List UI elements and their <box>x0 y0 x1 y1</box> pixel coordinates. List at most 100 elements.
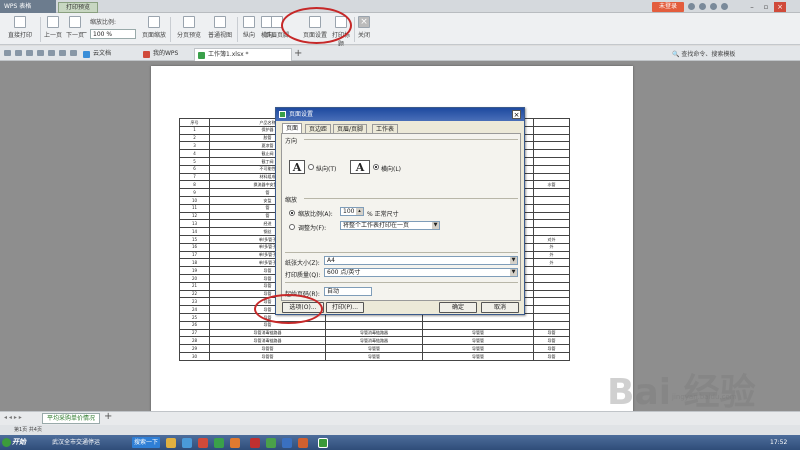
maximize-button[interactable]: ▫ <box>760 2 772 12</box>
paper-size-select[interactable]: A4 ▼ <box>324 256 518 265</box>
skin-icon[interactable] <box>688 3 695 10</box>
app-icon[interactable] <box>298 438 308 448</box>
table-row: 26 导管 <box>179 320 570 330</box>
scale-value-input[interactable]: 100 ▴ <box>340 207 364 216</box>
table-cell: 导管 <box>533 336 570 346</box>
new-tab-button[interactable]: + <box>294 48 302 59</box>
spinner-icon[interactable]: ▴ <box>356 208 363 215</box>
table-cell: 8 <box>179 180 210 190</box>
help-icon[interactable] <box>721 3 728 10</box>
search-commands[interactable]: 🔍 查找命令、搜索模板 <box>672 49 735 58</box>
portrait-button[interactable]: 纵向 <box>240 16 258 39</box>
app-icon[interactable] <box>230 438 240 448</box>
chevron-down-icon: ▼ <box>510 269 517 276</box>
start-button[interactable]: 开始 <box>0 435 30 450</box>
fit-to-radio[interactable] <box>289 224 295 230</box>
settings-icon[interactable] <box>699 3 706 10</box>
folder-icon[interactable] <box>166 438 176 448</box>
sheet-tabs-bar <box>0 411 800 425</box>
app-icon[interactable] <box>198 438 208 448</box>
close-preview-button[interactable]: × 关闭 <box>356 16 372 39</box>
scale-to-radio[interactable] <box>289 210 295 216</box>
prev-page-button[interactable]: 上一页 <box>44 16 62 39</box>
normal-view-button[interactable]: 普通视图 <box>206 16 234 39</box>
clock: 17:52 <box>770 439 788 446</box>
sheet-nav-arrows[interactable]: ◂ ◂ ▸ ▸ <box>4 414 22 421</box>
table-cell: 25 <box>179 312 210 322</box>
app-icon[interactable] <box>214 438 224 448</box>
login-button[interactable]: 未登录 <box>652 2 684 12</box>
cancel-button[interactable]: 取消 <box>481 302 519 313</box>
print-quality-select[interactable]: 600 点/英寸 ▼ <box>324 268 518 277</box>
wps-app-menu[interactable]: WPS 表格 <box>0 0 56 13</box>
wps-spreadsheet-icon[interactable] <box>318 438 328 448</box>
redo-icon[interactable] <box>59 50 66 56</box>
spreadsheet-icon <box>279 111 286 118</box>
table-cell: 导管消毒链路器 <box>325 336 423 346</box>
app-icon[interactable] <box>282 438 292 448</box>
landscape-icon: A <box>350 160 370 174</box>
table-cell: 14 <box>179 227 210 236</box>
table-cell: 导管管 <box>422 336 534 346</box>
scaling-heading: 缩放 <box>285 197 298 204</box>
close-icon: × <box>358 16 370 28</box>
portrait-icon: A <box>289 160 305 174</box>
table-cell: 20 <box>179 273 210 283</box>
zoom-out-button[interactable]: − <box>80 28 88 39</box>
table-cell: 导管管 <box>209 351 326 361</box>
portrait-radio[interactable] <box>308 164 314 170</box>
fit-to-select[interactable]: 将整个工作表打印在一页 ▼ <box>340 221 440 230</box>
table-cell <box>533 305 570 314</box>
table-cell <box>533 320 570 330</box>
taskbar-search[interactable]: 搜索一下 <box>132 437 160 448</box>
tab-workbook[interactable]: 工作簿1.xlsx * <box>194 48 292 61</box>
minimize-button[interactable]: – <box>746 2 758 12</box>
table-cell: 27 <box>179 328 210 338</box>
table-cell: 外 <box>533 242 570 252</box>
dropdown-icon[interactable] <box>70 50 77 56</box>
undo-icon[interactable] <box>48 50 55 56</box>
sheet-tab[interactable]: 平均采购单价情况 <box>42 413 100 424</box>
fit-to-label: 调整为(F): <box>298 225 327 232</box>
tab-cloud-docs[interactable]: 云文档 <box>80 48 138 61</box>
zoom-input[interactable]: 100 % <box>90 29 136 39</box>
tab-my-wps[interactable]: 我的WPS <box>140 48 194 61</box>
taskbar-item[interactable]: 武汉全市交通停运 <box>52 437 100 448</box>
table-cell: 导管管 <box>422 351 534 361</box>
table-row: 29 导管管 导管管 导管管 导管 <box>179 344 570 353</box>
baidu-watermark-url: jingyan.baidu.com <box>672 393 737 401</box>
add-sheet-button[interactable]: + <box>104 411 112 422</box>
first-page-input[interactable]: 自动 <box>324 287 372 296</box>
table-cell: 24 <box>179 305 210 314</box>
table-cell: 导管管 <box>325 351 423 361</box>
zoom-label: 缩放比例: <box>90 19 117 26</box>
feedback-icon[interactable] <box>710 3 717 10</box>
table-cell: 18 <box>179 258 210 268</box>
landscape-radio[interactable] <box>373 164 379 170</box>
table-cell <box>533 133 570 143</box>
dialog-close-button[interactable]: × <box>512 110 521 119</box>
window-close-button[interactable]: × <box>774 2 786 12</box>
dialog-title-bar[interactable]: 页面设置 × <box>276 108 524 121</box>
page-break-preview-button[interactable]: 分页预览 <box>174 16 204 39</box>
table-row: 30 导管管 导管管 导管管 导管 <box>179 351 570 361</box>
browser-icon[interactable] <box>182 438 192 448</box>
app-icon[interactable] <box>250 438 260 448</box>
table-cell: 2 <box>179 133 210 143</box>
new-file-icon[interactable] <box>4 50 11 56</box>
print-preview-tab[interactable]: 打印预览 <box>58 2 98 13</box>
separator <box>354 17 355 42</box>
print-icon[interactable] <box>37 50 44 56</box>
page-zoom-button[interactable]: 页面缩放 <box>140 16 168 39</box>
table-cell: 导管管 <box>422 328 534 338</box>
open-icon[interactable] <box>15 50 22 56</box>
table-row: 27 导管消毒链路器 导管消毒链路器 导管管 导管 <box>179 328 570 338</box>
table-cell: 导管 <box>209 320 326 330</box>
table-cell <box>533 297 570 307</box>
app-icon[interactable] <box>266 438 276 448</box>
zoom-icon <box>148 16 160 28</box>
direct-print-button[interactable]: 直接打印 <box>4 16 36 39</box>
print-button[interactable]: 打印(P)... <box>326 302 364 313</box>
save-icon[interactable] <box>26 50 33 56</box>
ok-button[interactable]: 确定 <box>439 302 477 313</box>
